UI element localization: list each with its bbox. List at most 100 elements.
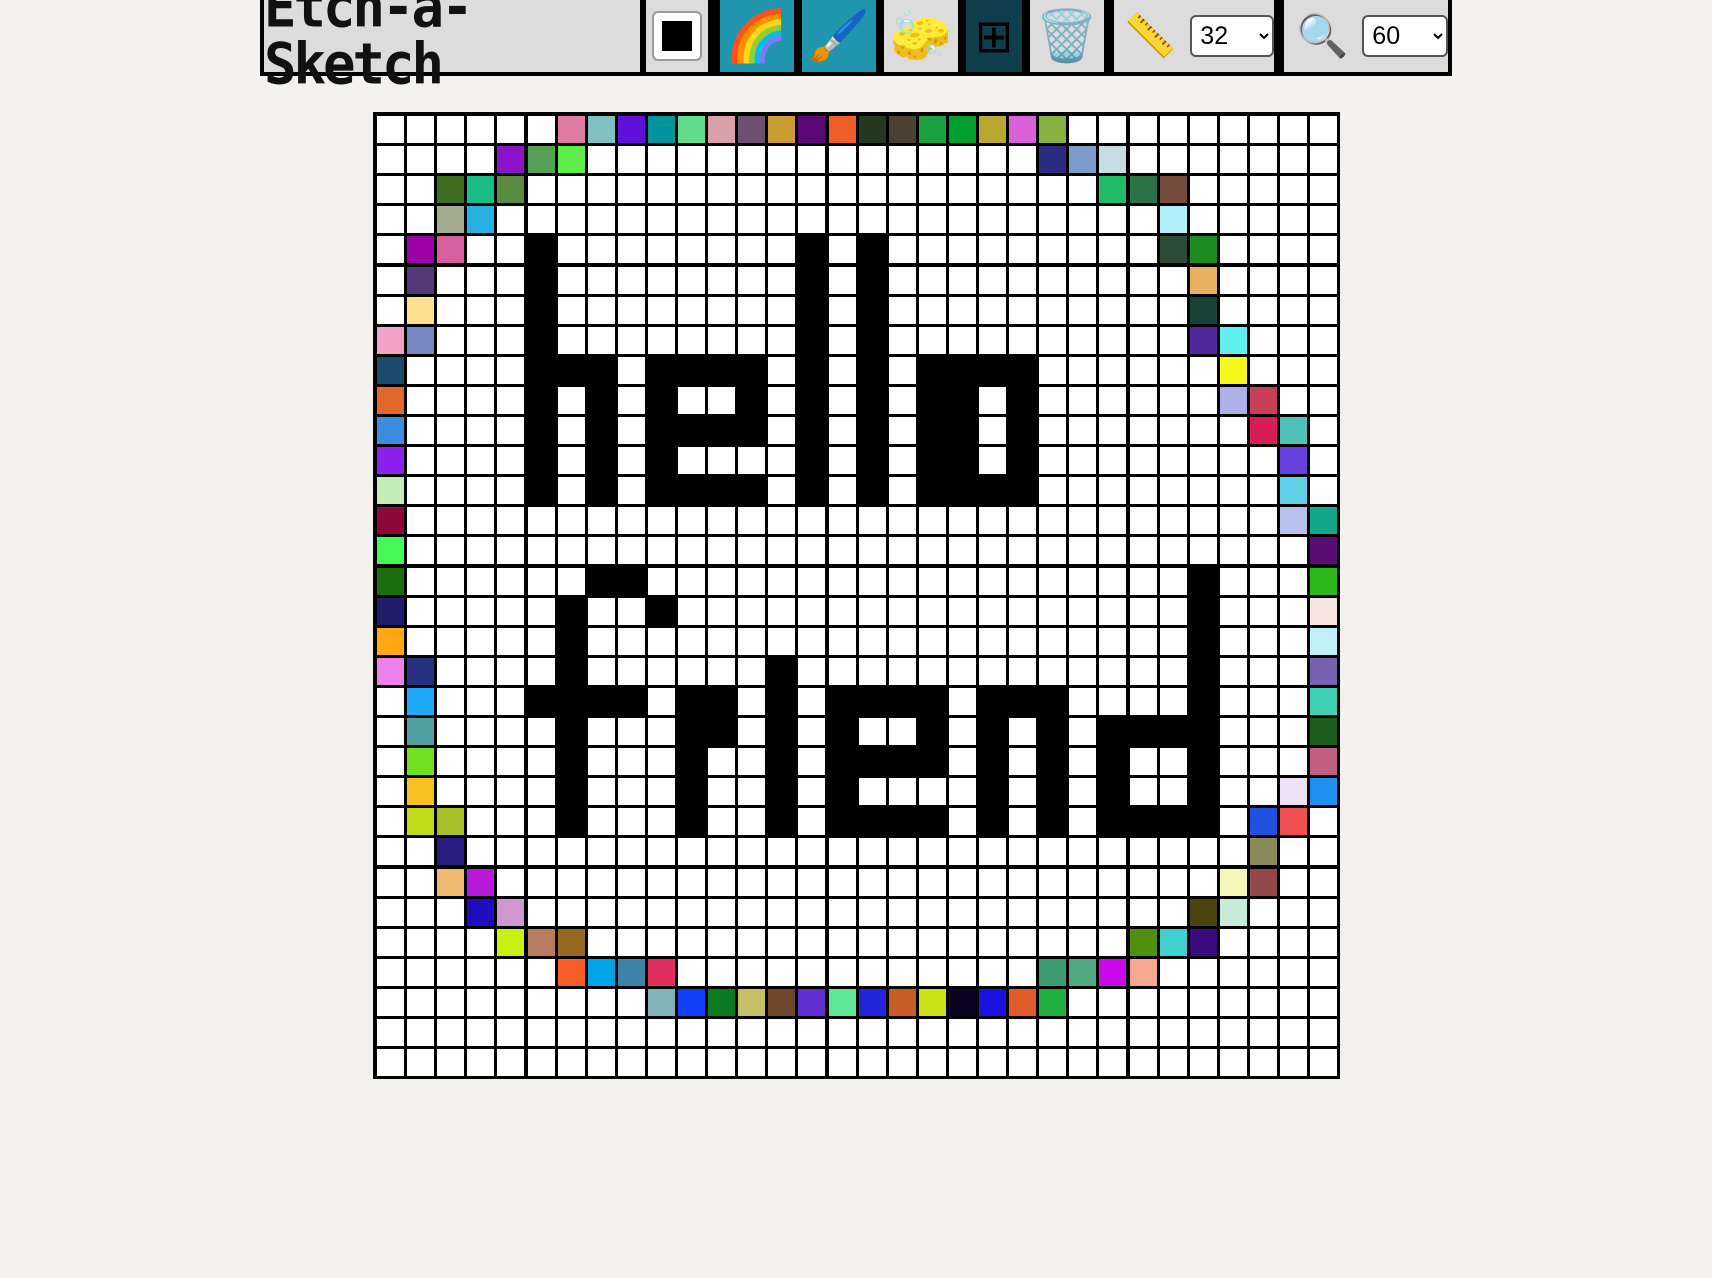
grid-cell[interactable] bbox=[829, 357, 856, 384]
grid-cell[interactable] bbox=[1310, 808, 1337, 835]
grid-cell[interactable] bbox=[1280, 568, 1307, 595]
grid-cell[interactable] bbox=[829, 688, 856, 715]
grid-cell[interactable] bbox=[437, 267, 464, 294]
grid-cell[interactable] bbox=[919, 718, 946, 745]
grid-cell[interactable] bbox=[949, 447, 976, 474]
grid-cell[interactable] bbox=[708, 899, 735, 926]
grid-cell[interactable] bbox=[829, 1019, 856, 1046]
grid-cell[interactable] bbox=[708, 688, 735, 715]
grid-cell[interactable] bbox=[588, 387, 615, 414]
grid-cell[interactable] bbox=[1099, 267, 1126, 294]
grid-cell[interactable] bbox=[497, 869, 524, 896]
grid-cell[interactable] bbox=[738, 959, 765, 986]
grid-cell[interactable] bbox=[648, 1019, 675, 1046]
grid-cell[interactable] bbox=[738, 899, 765, 926]
grid-cell[interactable] bbox=[708, 507, 735, 534]
grid-cell[interactable] bbox=[1190, 537, 1217, 564]
grid-cell[interactable] bbox=[1160, 447, 1187, 474]
grid-cell[interactable] bbox=[678, 899, 705, 926]
grid-cell[interactable] bbox=[1250, 417, 1277, 444]
grid-cell[interactable] bbox=[979, 146, 1006, 173]
grid-cell[interactable] bbox=[648, 658, 675, 685]
grid-cell[interactable] bbox=[588, 748, 615, 775]
grid-cell[interactable] bbox=[497, 176, 524, 203]
grid-cell[interactable] bbox=[377, 507, 404, 534]
grid-cell[interactable] bbox=[1009, 989, 1036, 1016]
grid-cell[interactable] bbox=[1130, 537, 1157, 564]
grid-cell[interactable] bbox=[798, 1019, 825, 1046]
grid-cell[interactable] bbox=[1310, 718, 1337, 745]
grid-cell[interactable] bbox=[528, 1019, 555, 1046]
grid-cell[interactable] bbox=[648, 959, 675, 986]
grid-cell[interactable] bbox=[1310, 959, 1337, 986]
grid-cell[interactable] bbox=[829, 718, 856, 745]
grid-cell[interactable] bbox=[708, 206, 735, 233]
grid-cell[interactable] bbox=[558, 778, 585, 805]
grid-cell[interactable] bbox=[949, 959, 976, 986]
grid-cell[interactable] bbox=[1250, 1019, 1277, 1046]
grid-cell[interactable] bbox=[1220, 297, 1247, 324]
grid-cell[interactable] bbox=[437, 929, 464, 956]
grid-cell[interactable] bbox=[1280, 537, 1307, 564]
grid-cell[interactable] bbox=[949, 1019, 976, 1046]
grid-cell[interactable] bbox=[1160, 929, 1187, 956]
grid-cell[interactable] bbox=[919, 1049, 946, 1076]
grid-cell[interactable] bbox=[467, 387, 494, 414]
grid-cell[interactable] bbox=[1220, 628, 1247, 655]
grid-cell[interactable] bbox=[558, 748, 585, 775]
grid-cell[interactable] bbox=[588, 206, 615, 233]
grid-cell[interactable] bbox=[407, 748, 434, 775]
grid-cell[interactable] bbox=[1190, 658, 1217, 685]
grid-cell[interactable] bbox=[1250, 146, 1277, 173]
grid-cell[interactable] bbox=[1190, 1049, 1217, 1076]
grid-cell[interactable] bbox=[588, 899, 615, 926]
grid-cell[interactable] bbox=[407, 146, 434, 173]
grid-cell[interactable] bbox=[588, 1019, 615, 1046]
grid-cell[interactable] bbox=[979, 658, 1006, 685]
grid-cell[interactable] bbox=[1039, 989, 1066, 1016]
grid-cell[interactable] bbox=[377, 327, 404, 354]
grid-cell[interactable] bbox=[708, 116, 735, 143]
grid-cell[interactable] bbox=[648, 357, 675, 384]
grid-cell[interactable] bbox=[648, 568, 675, 595]
grid-cell[interactable] bbox=[979, 838, 1006, 865]
grid-cell[interactable] bbox=[798, 688, 825, 715]
grid-cell[interactable] bbox=[1190, 598, 1217, 625]
grid-cell[interactable] bbox=[1310, 658, 1337, 685]
grid-cell[interactable] bbox=[1099, 568, 1126, 595]
grid-cell[interactable] bbox=[979, 357, 1006, 384]
grid-cell[interactable] bbox=[768, 989, 795, 1016]
grid-cell[interactable] bbox=[1190, 688, 1217, 715]
grid-cell[interactable] bbox=[708, 447, 735, 474]
grid-cell[interactable] bbox=[1130, 327, 1157, 354]
grid-cell[interactable] bbox=[798, 417, 825, 444]
grid-cell[interactable] bbox=[1069, 1049, 1096, 1076]
grid-cell[interactable] bbox=[889, 146, 916, 173]
grid-cell[interactable] bbox=[1280, 808, 1307, 835]
grid-cell[interactable] bbox=[1280, 206, 1307, 233]
grid-cell[interactable] bbox=[1009, 929, 1036, 956]
grid-cell[interactable] bbox=[1280, 838, 1307, 865]
grid-cell[interactable] bbox=[467, 1019, 494, 1046]
grid-cell[interactable] bbox=[1280, 1019, 1307, 1046]
grid-cell[interactable] bbox=[1280, 297, 1307, 324]
grid-cell[interactable] bbox=[889, 267, 916, 294]
grid-cell[interactable] bbox=[1069, 236, 1096, 263]
grid-cell[interactable] bbox=[618, 869, 645, 896]
grid-cell[interactable] bbox=[558, 658, 585, 685]
grid-cell[interactable] bbox=[1190, 417, 1217, 444]
grid-cell[interactable] bbox=[1190, 116, 1217, 143]
grid-cell[interactable] bbox=[618, 327, 645, 354]
grid-cell[interactable] bbox=[497, 748, 524, 775]
grid-cell[interactable] bbox=[1160, 417, 1187, 444]
grid-cell[interactable] bbox=[1130, 718, 1157, 745]
grid-cell[interactable] bbox=[738, 116, 765, 143]
grid-cell[interactable] bbox=[1310, 176, 1337, 203]
grid-cell[interactable] bbox=[1250, 808, 1277, 835]
grid-cell[interactable] bbox=[1069, 869, 1096, 896]
grid-cell[interactable] bbox=[829, 477, 856, 504]
grid-cell[interactable] bbox=[798, 357, 825, 384]
grid-cell[interactable] bbox=[467, 989, 494, 1016]
grid-cell[interactable] bbox=[979, 1049, 1006, 1076]
grid-cell[interactable] bbox=[618, 568, 645, 595]
